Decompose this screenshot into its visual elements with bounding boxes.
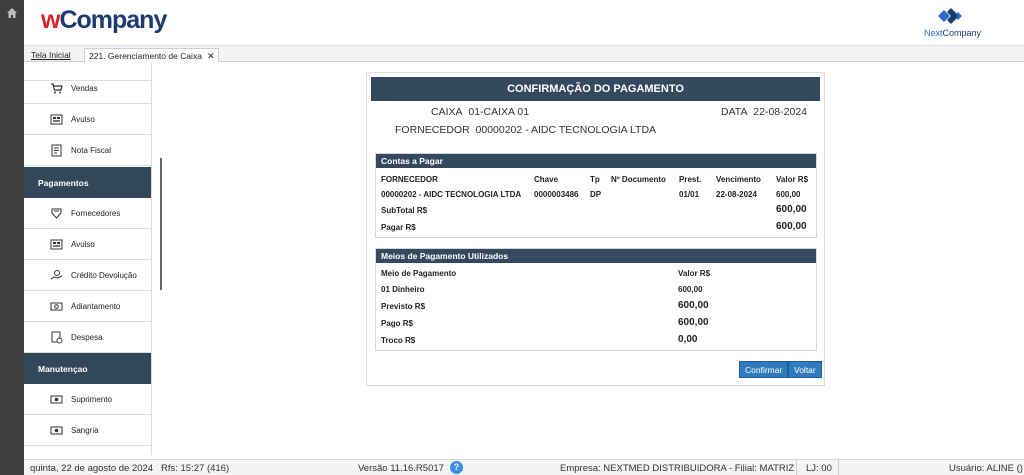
data-line: DATA 22-08-2024 bbox=[721, 106, 808, 118]
status-empresa: Empresa: NEXTMED DISTRIBUIDORA - Filial:… bbox=[560, 463, 795, 474]
col-vencimento: Vencimento bbox=[716, 175, 761, 184]
sidebar-item-adiantamento[interactable]: Adiantamento bbox=[24, 291, 151, 322]
col-valor: Valor R$ bbox=[776, 175, 809, 184]
col-documento: Nº Documento bbox=[611, 175, 666, 184]
left-rail bbox=[0, 0, 24, 475]
sidebar-scrollbar[interactable] bbox=[160, 158, 162, 290]
contas-a-pagar-title: Contas a Pagar bbox=[376, 154, 816, 168]
app-header: wCompany NextCompany bbox=[24, 0, 1024, 46]
main-content: CONFIRMAÇÃO DO PAGAMENTO CAIXA 01-CAIXA … bbox=[164, 62, 1024, 455]
pago-value: 600,00 bbox=[678, 317, 709, 328]
status-datetime: quinta, 22 de agosto de 2024 bbox=[30, 463, 154, 474]
meios-pagamento-title: Meios de Pagamento Utilizados bbox=[376, 249, 816, 263]
subtotal-label: SubTotal R$ bbox=[381, 206, 428, 215]
troco-label: Troco R$ bbox=[381, 336, 416, 345]
col-tp: Tp bbox=[590, 175, 600, 184]
status-lj: LJ: 00 bbox=[806, 463, 832, 474]
col-prest: Prest. bbox=[679, 175, 702, 184]
status-divider bbox=[838, 460, 839, 475]
sidebar-item-avulso[interactable]: Avulso bbox=[24, 104, 151, 135]
advance-icon bbox=[50, 300, 63, 313]
help-icon[interactable]: ? bbox=[450, 461, 463, 474]
status-divider bbox=[796, 460, 797, 475]
close-tab-icon[interactable]: ✕ bbox=[207, 51, 215, 61]
hand-money-icon bbox=[50, 269, 63, 282]
register-icon bbox=[50, 238, 63, 251]
tab-gerenciamento-caixa[interactable]: 221. Gerenciamento de Caixa ✕ bbox=[84, 48, 220, 62]
sidebar-item-avulso-pag[interactable]: Avulso bbox=[24, 229, 151, 260]
sidebar: Vendas Avulso Nota Fiscal Pagamentos For… bbox=[24, 62, 152, 455]
invoice-icon bbox=[50, 144, 63, 157]
cart-icon bbox=[50, 82, 63, 95]
status-rfs: Rfs: 15:27 (416) bbox=[161, 463, 230, 474]
sidebar-item-vendas[interactable]: Vendas bbox=[24, 73, 151, 104]
previsto-label: Previsto R$ bbox=[381, 302, 426, 311]
tab-bar: Tela Inicial 221. Gerenciamento de Caixa… bbox=[24, 46, 1024, 62]
voltar-button[interactable]: Voltar bbox=[788, 361, 822, 378]
nextcompany-logo: NextCompany bbox=[924, 6, 984, 40]
pagar-label: Pagar R$ bbox=[381, 223, 416, 232]
pagar-value: 600,00 bbox=[776, 221, 807, 232]
sidebar-item-fornecedores[interactable]: Fornecedores bbox=[24, 198, 151, 229]
payment-confirmation-panel: CONFIRMAÇÃO DO PAGAMENTO CAIXA 01-CAIXA … bbox=[366, 72, 825, 386]
sidebar-item-credito-devolucao[interactable]: Crédito Devolução bbox=[24, 260, 151, 291]
sidebar-item-suprimento[interactable]: Suprimento bbox=[24, 384, 151, 415]
subtotal-value: 600,00 bbox=[776, 204, 807, 215]
pago-label: Pago R$ bbox=[381, 319, 414, 328]
troco-value: 0,00 bbox=[678, 334, 698, 345]
confirmar-button[interactable]: Confirmar bbox=[739, 361, 789, 378]
section-manutencao[interactable]: Manutençao bbox=[24, 353, 151, 384]
nextcompany-diamond-icon bbox=[938, 8, 962, 24]
sidebar-item-nota-fiscal[interactable]: Nota Fiscal bbox=[24, 135, 151, 166]
register-icon bbox=[50, 113, 63, 126]
sidebar-item-despesa[interactable]: Despesa bbox=[24, 322, 151, 353]
status-versao: Versão 11.16.R5017 bbox=[358, 463, 444, 474]
expense-icon bbox=[50, 331, 63, 344]
col-valor-meio: Valor R$ bbox=[678, 269, 711, 278]
cash-icon bbox=[50, 393, 63, 406]
col-fornecedor: FORNECEDOR bbox=[381, 175, 438, 184]
col-meio: Meio de Pagamento bbox=[381, 269, 457, 278]
nextcompany-text: NextCompany bbox=[924, 28, 982, 38]
status-usuario: Usuário: ALINE () bbox=[949, 463, 1023, 474]
status-bar: quinta, 22 de agosto de 2024 Rfs: 15:27 … bbox=[24, 459, 1024, 475]
sidebar-item-sangria[interactable]: Sangria bbox=[24, 415, 151, 446]
meios-pagamento-card: Meios de Pagamento Utilizados Meio de Pa… bbox=[375, 248, 817, 351]
col-chave: Chave bbox=[534, 175, 559, 184]
home-icon[interactable] bbox=[6, 7, 18, 19]
cash-icon bbox=[50, 424, 63, 437]
supplier-icon bbox=[50, 207, 63, 220]
contas-a-pagar-card: Contas a Pagar FORNECEDOR Chave Tp Nº Do… bbox=[375, 153, 817, 238]
section-pagamentos[interactable]: Pagamentos bbox=[24, 167, 151, 198]
panel-title: CONFIRMAÇÃO DO PAGAMENTO bbox=[371, 77, 820, 101]
previsto-value: 600,00 bbox=[678, 300, 709, 311]
tab-tela-inicial[interactable]: Tela Inicial bbox=[27, 48, 75, 62]
wcompany-logo[interactable]: wCompany bbox=[41, 6, 167, 35]
fornecedor-line: FORNECEDOR 00000202 - AIDC TECNOLOGIA LT… bbox=[395, 124, 657, 136]
caixa-line: CAIXA 01-CAIXA 01 bbox=[431, 106, 530, 118]
